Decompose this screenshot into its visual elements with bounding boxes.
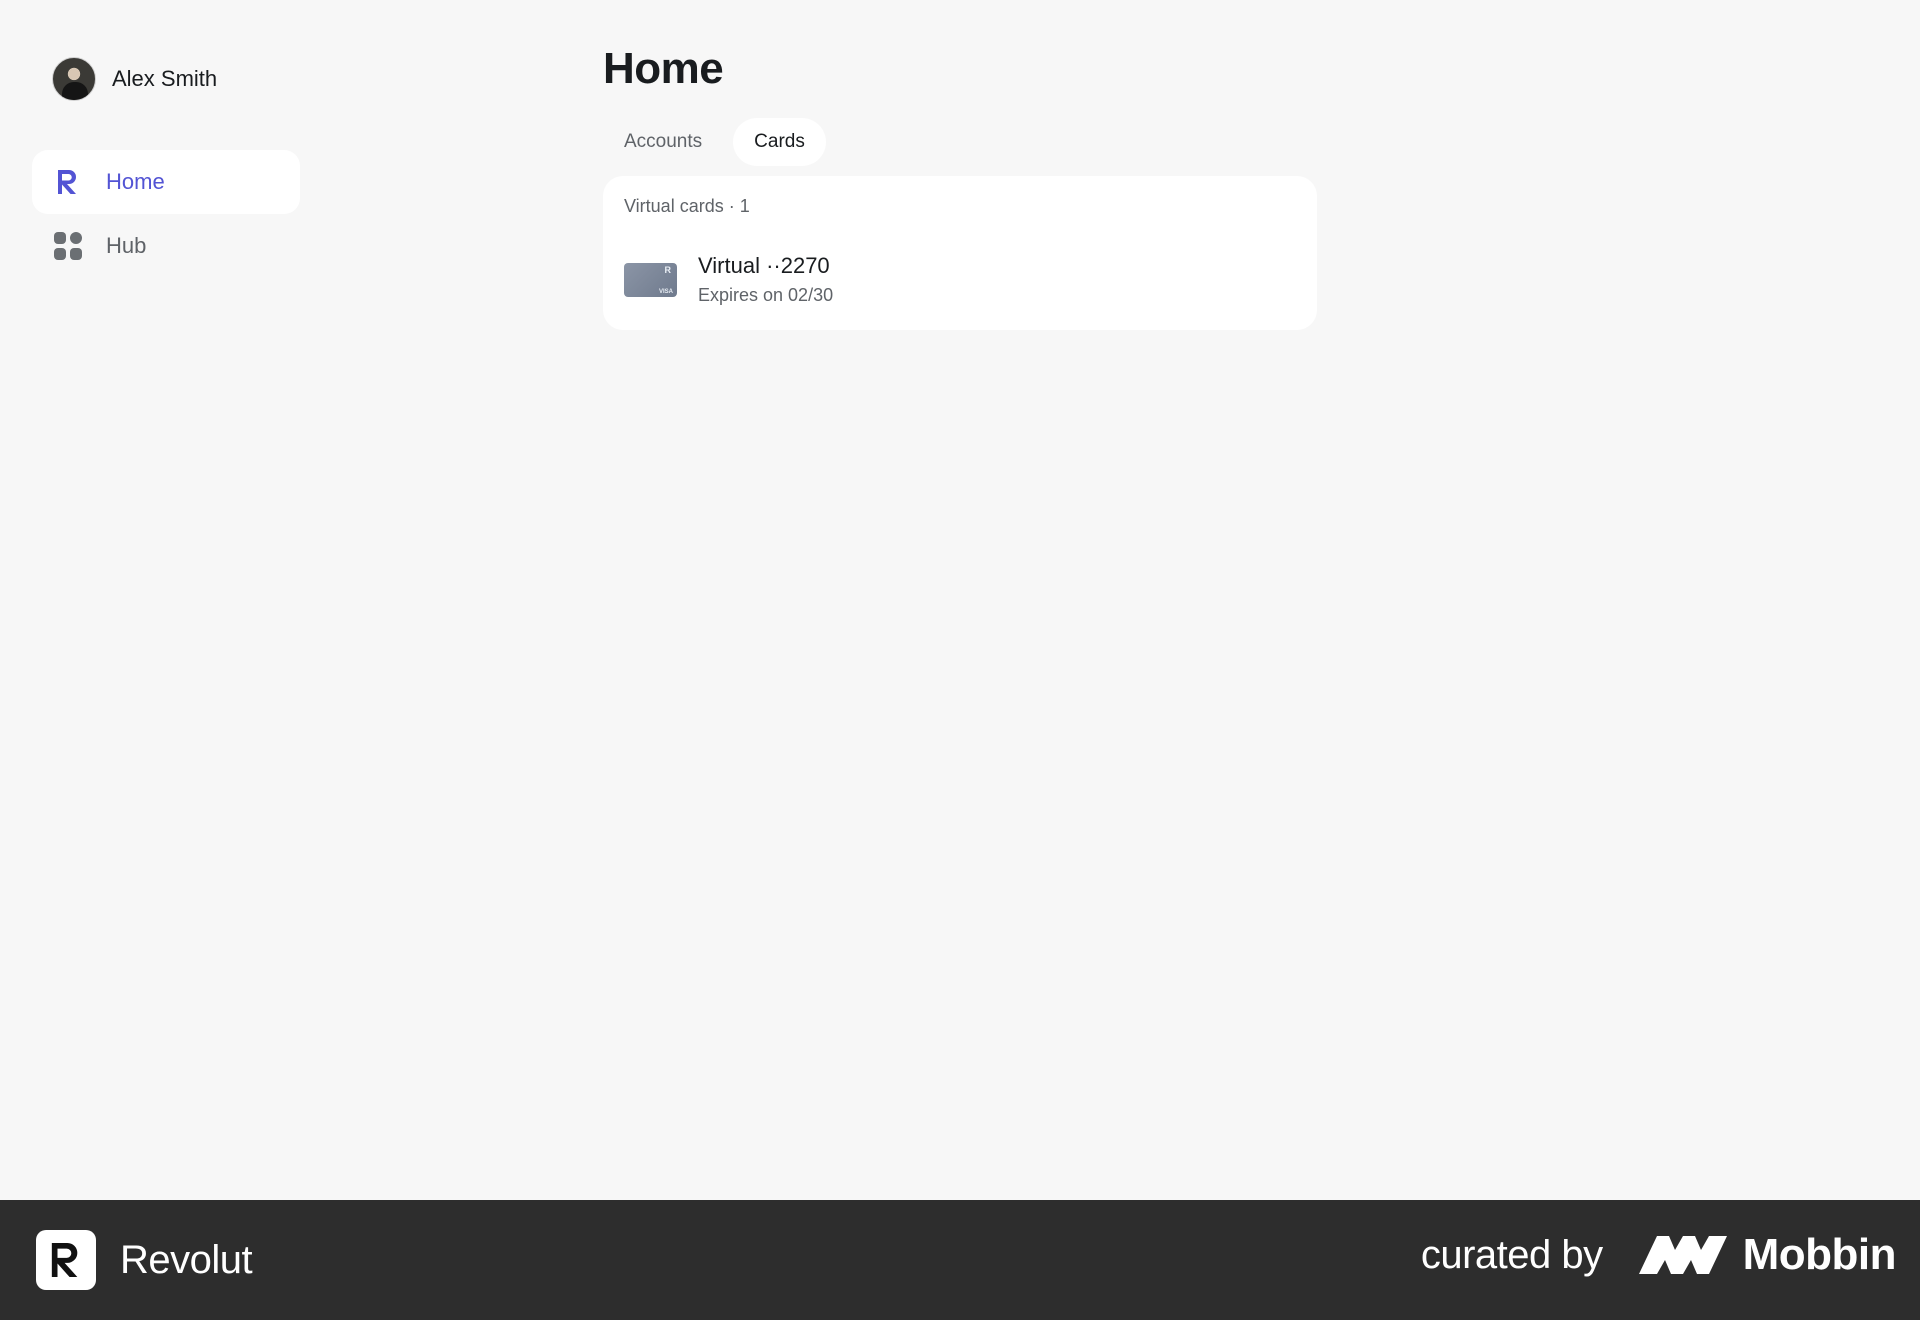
sidebar-item-label: Hub [106, 233, 147, 258]
section-header: Virtual cards · 1 [624, 196, 750, 216]
card-list-item[interactable]: R VISA Virtual ··2270 Expires on 02/30 [624, 253, 1296, 306]
brand: Revolut [36, 1230, 253, 1290]
mobbin-logo: Mobbin [1638, 1230, 1897, 1280]
revolut-logo-icon [36, 1230, 96, 1290]
curated-by: curated by Mobbin [1420, 1230, 1897, 1280]
footer-banner: Revolut curated by Mobbin [0, 1200, 1920, 1320]
virtual-cards-panel: Virtual cards · 1 R VISA Virtual ··2270 … [603, 176, 1317, 330]
sidebar-item-label: Home [106, 169, 165, 194]
main-content: Home Accounts Cards Virtual cards · 1 R … [603, 44, 1317, 330]
curated-label: curated by [1420, 1232, 1603, 1277]
card-name: Virtual ··2270 [698, 253, 830, 278]
tab-cards[interactable]: Cards [733, 118, 826, 166]
sidebar: Alex Smith Home Hub [32, 54, 300, 278]
sidebar-item-hub[interactable]: Hub [32, 214, 300, 278]
sidebar-nav: Home Hub [32, 150, 300, 278]
tab-bar: Accounts Cards [603, 118, 1317, 166]
grid-icon [54, 232, 82, 260]
profile[interactable]: Alex Smith [32, 54, 300, 104]
card-brand-mark: R [664, 264, 672, 275]
revolut-r-icon [54, 168, 82, 196]
card-network-mark: VISA [658, 288, 673, 295]
curator-name: Mobbin [1742, 1230, 1897, 1279]
mobbin-mark-icon [1638, 1232, 1727, 1279]
brand-name: Revolut [120, 1237, 253, 1282]
profile-name: Alex Smith [112, 66, 218, 91]
page-title: Home [603, 44, 724, 93]
card-thumbnail: R VISA [624, 262, 677, 297]
sidebar-item-home[interactable]: Home [32, 150, 300, 214]
avatar[interactable] [52, 57, 96, 101]
card-expiry: Expires on 02/30 [698, 285, 834, 305]
tab-accounts[interactable]: Accounts [603, 118, 723, 166]
